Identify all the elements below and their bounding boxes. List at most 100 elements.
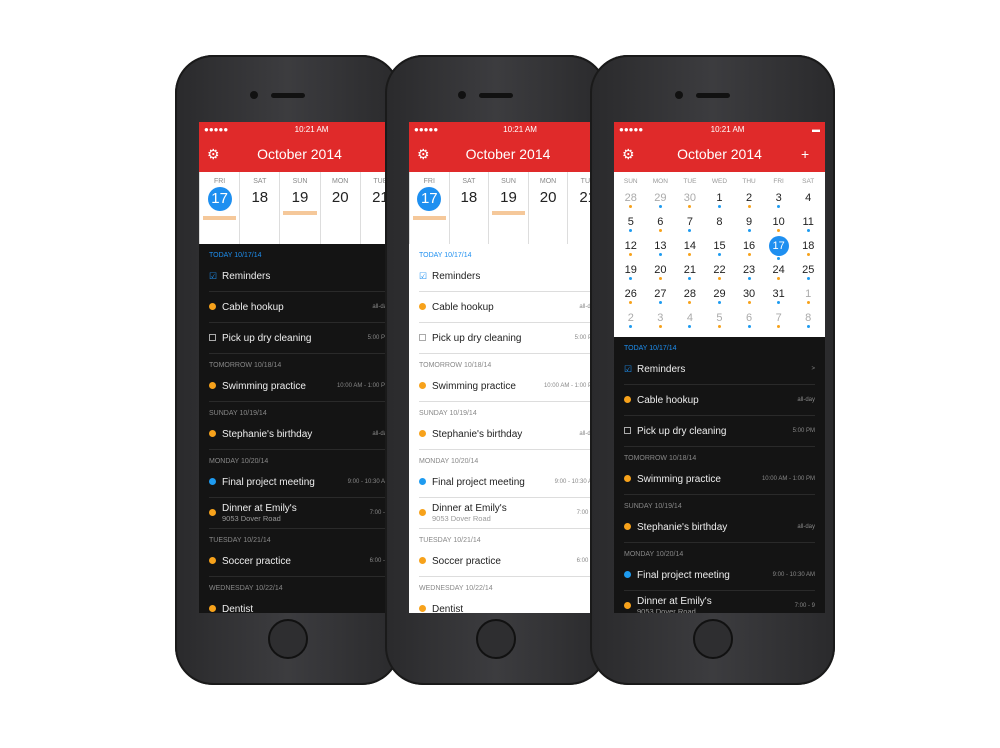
- day-cell[interactable]: 7: [764, 309, 794, 333]
- event-title: Stephanie's birthday: [432, 429, 579, 440]
- agenda-item[interactable]: Stephanie's birthday all-day: [209, 419, 390, 450]
- checkbox-icon[interactable]: [209, 333, 222, 343]
- gear-icon[interactable]: ⚙: [417, 146, 433, 163]
- week-day[interactable]: SUN 19: [488, 172, 528, 244]
- agenda-item[interactable]: Dentist: [209, 594, 390, 613]
- day-cell[interactable]: 14: [675, 237, 705, 261]
- week-day[interactable]: SAT 18: [448, 172, 489, 244]
- month-title[interactable]: October 2014: [638, 146, 801, 162]
- day-cell[interactable]: 25: [793, 261, 823, 285]
- day-cell[interactable]: 8: [793, 309, 823, 333]
- checkbox[interactable]: [624, 427, 631, 434]
- checkbox[interactable]: [209, 334, 216, 341]
- day-cell[interactable]: 2: [734, 189, 764, 213]
- day-cell[interactable]: 5: [705, 309, 735, 333]
- plus-icon[interactable]: +: [801, 146, 817, 162]
- day-cell[interactable]: 6: [734, 309, 764, 333]
- calendar-dot-icon: [209, 556, 222, 566]
- home-button[interactable]: [476, 619, 516, 659]
- agenda-item[interactable]: Pick up dry cleaning 5:00 PM: [209, 323, 390, 354]
- agenda-item[interactable]: Swimming practice 10:00 AM - 1:00 PM: [419, 371, 597, 402]
- agenda-item[interactable]: Dinner at Emily's 9053 Dover Road 7:00 - 9: [209, 498, 390, 529]
- day-cell[interactable]: 28: [616, 189, 646, 213]
- event-dot: [777, 325, 781, 328]
- agenda-item[interactable]: ☑ Reminders >: [624, 354, 815, 385]
- day-cell[interactable]: 3: [646, 309, 676, 333]
- agenda-item[interactable]: Stephanie's birthday all-day: [419, 419, 597, 450]
- day-cell[interactable]: 9: [734, 213, 764, 237]
- agenda-item[interactable]: Soccer practice 6:00 - 8: [419, 546, 597, 577]
- week-day[interactable]: MON 20: [527, 172, 568, 244]
- day-cell[interactable]: 4: [675, 309, 705, 333]
- day-cell[interactable]: 12: [616, 237, 646, 261]
- day-cell[interactable]: 11: [793, 213, 823, 237]
- day-cell[interactable]: 24: [764, 261, 794, 285]
- day-cell[interactable]: 19: [616, 261, 646, 285]
- day-cell[interactable]: 15: [705, 237, 735, 261]
- day-cell[interactable]: 4: [793, 189, 823, 213]
- month-title[interactable]: October 2014: [223, 146, 376, 162]
- day-cell[interactable]: 3: [764, 189, 794, 213]
- day-cell[interactable]: 17: [764, 236, 794, 261]
- day-cell[interactable]: 20: [646, 261, 676, 285]
- day-cell[interactable]: 18: [793, 237, 823, 261]
- week-day[interactable]: SUN 19: [279, 172, 319, 244]
- week-day[interactable]: SAT 18: [239, 172, 279, 244]
- gear-icon[interactable]: ⚙: [207, 146, 223, 163]
- calendar-dot-icon: [209, 381, 222, 391]
- day-cell[interactable]: 13: [646, 237, 676, 261]
- agenda-item[interactable]: Cable hookup all-day: [624, 385, 815, 416]
- agenda-item[interactable]: Dinner at Emily's 9053 Dover Road 7:00 - 9: [419, 498, 597, 529]
- day-cell[interactable]: 29: [646, 189, 676, 213]
- day-cell[interactable]: 21: [675, 261, 705, 285]
- agenda-item[interactable]: Final project meeting 9:00 - 10:30 AM: [624, 560, 815, 591]
- agenda-item[interactable]: Final project meeting 9:00 - 10:30 AM: [209, 467, 390, 498]
- checkbox-icon[interactable]: [624, 426, 637, 436]
- chevron-right-icon[interactable]: >: [811, 366, 815, 372]
- day-cell[interactable]: 2: [616, 309, 646, 333]
- day-cell[interactable]: 31: [764, 285, 794, 309]
- day-cell[interactable]: 6: [646, 213, 676, 237]
- day-cell[interactable]: 30: [734, 285, 764, 309]
- day-cell[interactable]: 10: [764, 213, 794, 237]
- day-cell[interactable]: 23: [734, 261, 764, 285]
- day-number: 1: [805, 288, 812, 300]
- agenda-item[interactable]: Dentist: [419, 594, 597, 613]
- day-cell[interactable]: 8: [705, 213, 735, 237]
- gear-icon[interactable]: ⚙: [622, 146, 638, 163]
- month-title[interactable]: October 2014: [433, 146, 583, 162]
- week-day[interactable]: FRI 17: [199, 172, 239, 244]
- agenda-item[interactable]: Swimming practice 10:00 AM - 1:00 PM: [624, 464, 815, 495]
- checkbox[interactable]: [419, 334, 426, 341]
- day-cell[interactable]: 5: [616, 213, 646, 237]
- day-cell[interactable]: 28: [675, 285, 705, 309]
- agenda-item[interactable]: Swimming practice 10:00 AM - 1:00 PM: [209, 371, 390, 402]
- agenda-item[interactable]: Cable hookup all-day: [419, 292, 597, 323]
- agenda-item[interactable]: Pick up dry cleaning 5:00 PM: [419, 323, 597, 354]
- agenda-item[interactable]: ☑ Reminders: [209, 261, 390, 292]
- home-button[interactable]: [267, 619, 308, 659]
- checkbox-icon[interactable]: [419, 333, 432, 343]
- week-day[interactable]: MON 20: [319, 172, 360, 244]
- weekday-label: WED: [711, 178, 728, 185]
- day-cell[interactable]: 30: [675, 189, 705, 213]
- day-cell[interactable]: 22: [705, 261, 735, 285]
- day-cell[interactable]: 29: [705, 285, 735, 309]
- agenda-item[interactable]: ☑ Reminders: [419, 261, 597, 292]
- day-number: 18: [460, 189, 478, 206]
- agenda-item[interactable]: Soccer practice 6:00 - 8: [209, 546, 390, 577]
- week-day[interactable]: FRI 17: [409, 172, 449, 244]
- agenda-item[interactable]: Pick up dry cleaning 5:00 PM: [624, 416, 815, 447]
- agenda-item[interactable]: Cable hookup all-day: [209, 292, 390, 323]
- agenda-item[interactable]: Stephanie's birthday all-day: [624, 512, 815, 543]
- day-cell[interactable]: 16: [734, 237, 764, 261]
- day-cell[interactable]: 26: [616, 285, 646, 309]
- home-button[interactable]: [692, 619, 733, 659]
- agenda-item[interactable]: Final project meeting 9:00 - 10:30 AM: [419, 467, 597, 498]
- agenda-item[interactable]: Dinner at Emily's 9053 Dover Road 7:00 - 9: [624, 591, 815, 613]
- dot: [419, 557, 426, 564]
- day-cell[interactable]: 27: [646, 285, 676, 309]
- day-cell[interactable]: 1: [793, 285, 823, 309]
- day-cell[interactable]: 1: [705, 189, 735, 213]
- day-cell[interactable]: 7: [675, 213, 705, 237]
